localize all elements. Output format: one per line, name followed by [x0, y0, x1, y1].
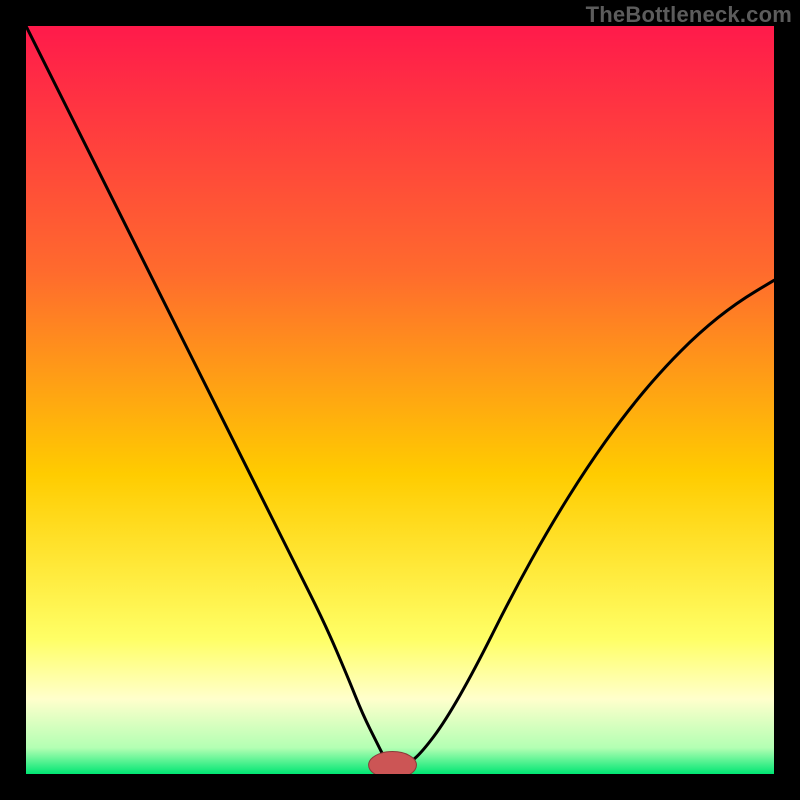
watermark-text: TheBottleneck.com — [586, 2, 792, 28]
optimal-marker — [369, 752, 417, 774]
chart-svg — [26, 26, 774, 774]
gradient-background — [26, 26, 774, 774]
chart-frame: TheBottleneck.com — [0, 0, 800, 800]
plot-area — [26, 26, 774, 774]
